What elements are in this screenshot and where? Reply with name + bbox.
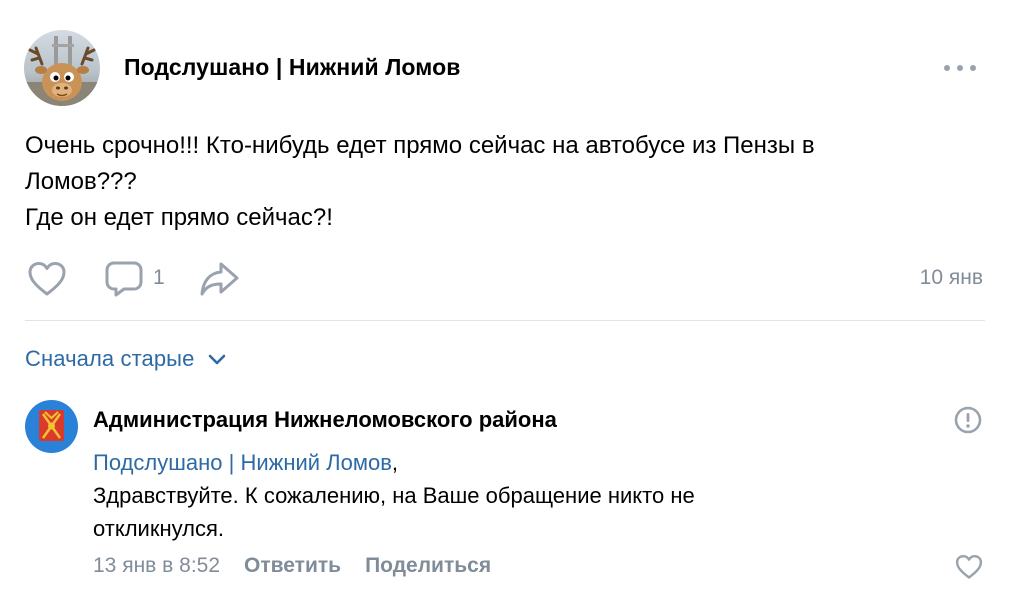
post-text-line: Ломов???	[25, 168, 137, 195]
more-dots-icon[interactable]	[944, 56, 976, 80]
report-exclamation-icon[interactable]	[953, 405, 983, 435]
sort-label: Сначала старые	[25, 346, 195, 371]
post-text: Очень срочно!!! Кто-нибудь едет прямо се…	[25, 128, 985, 236]
comment-item: Администрация Нижнеломовского района Под…	[25, 400, 985, 590]
group-avatar[interactable]	[24, 30, 100, 106]
divider	[25, 320, 985, 321]
post-header: Подслушано | Нижний Ломов	[24, 30, 984, 106]
heart-icon[interactable]	[27, 261, 67, 297]
comment-body: Подслушано | Нижний Ломов, Здравствуйте.…	[93, 446, 953, 545]
comment-count: 1	[153, 266, 165, 289]
comment-reply-line: Подслушано | Нижний Ломов,	[93, 446, 953, 479]
comments-sort-toggle[interactable]: Сначала старые	[25, 344, 226, 374]
post-text-line: Где он едет прямо сейчас?!	[25, 204, 333, 231]
comment-time[interactable]: 13 янв в 8:52	[93, 554, 220, 578]
post-date[interactable]: 10 янв	[920, 266, 983, 290]
comment-text-line: откликнулся.	[93, 516, 224, 541]
reply-button[interactable]: Ответить	[244, 554, 341, 578]
post-text-line: Очень срочно!!! Кто-нибудь едет прямо се…	[25, 132, 815, 159]
share-arrow-icon[interactable]	[199, 260, 241, 298]
heart-icon[interactable]	[955, 554, 983, 580]
comment-meta: 13 янв в 8:52 Ответить Поделиться	[93, 554, 491, 578]
reply-suffix: ,	[391, 450, 399, 475]
comment-text-line: Здравствуйте. К сожалению, на Ваше обращ…	[93, 483, 695, 508]
comment-bubble-icon[interactable]	[104, 260, 144, 298]
chevron-down-icon	[209, 354, 226, 365]
post-actions: 1 10 янв	[25, 258, 985, 300]
share-button[interactable]: Поделиться	[365, 554, 491, 578]
group-name[interactable]: Подслушано | Нижний Ломов	[124, 54, 460, 81]
comment-author[interactable]: Администрация Нижнеломовского района	[93, 407, 557, 433]
admin-avatar[interactable]	[25, 400, 78, 453]
reply-to-link[interactable]: Подслушано | Нижний Ломов	[93, 450, 392, 475]
